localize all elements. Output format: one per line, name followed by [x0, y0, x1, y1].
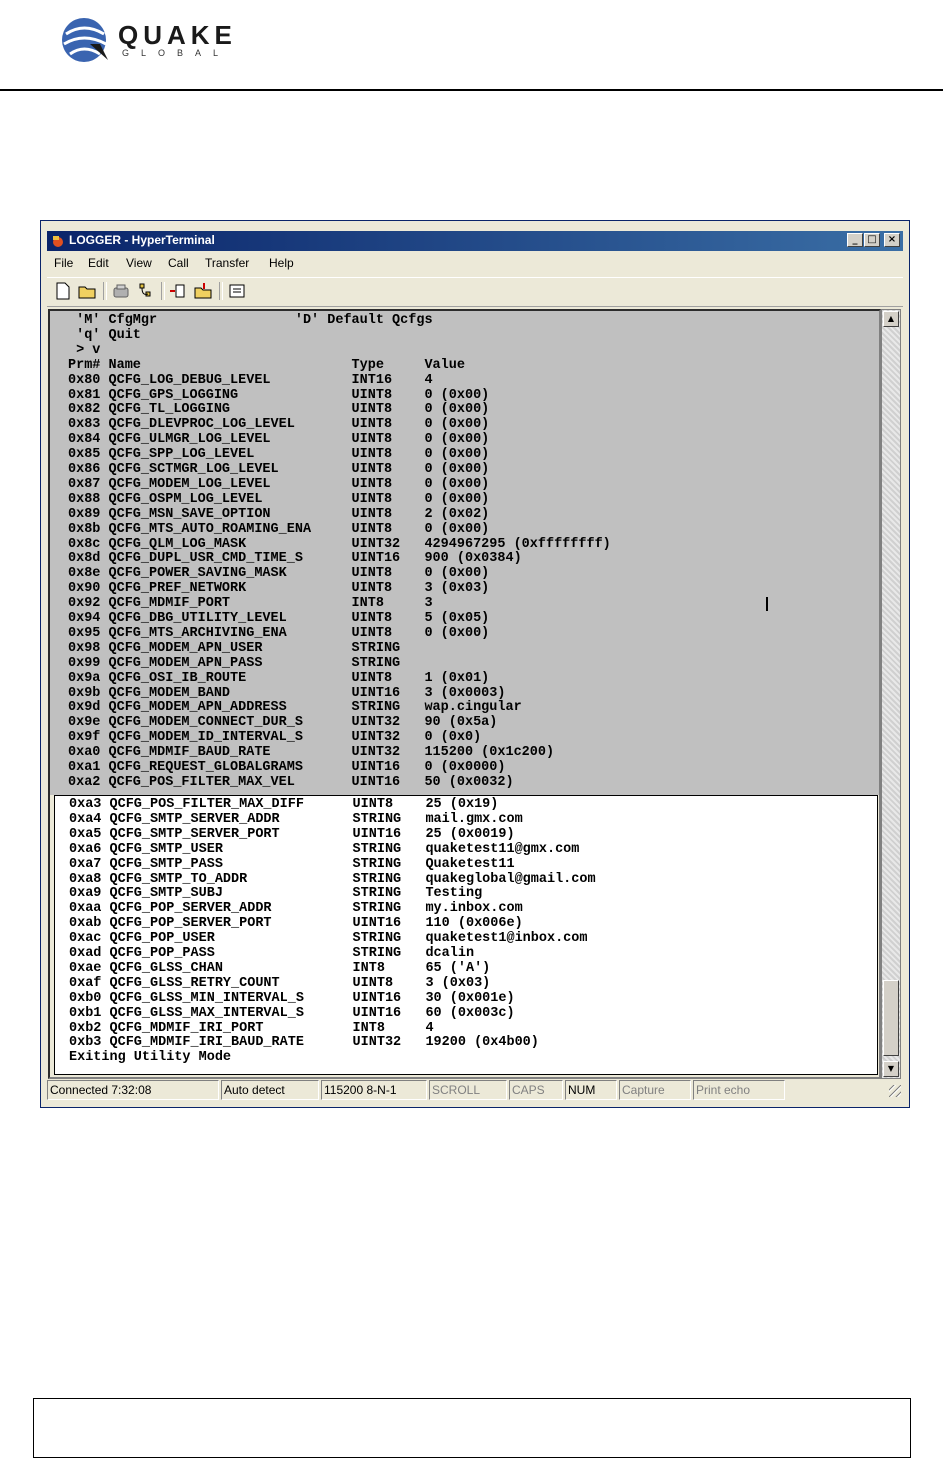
terminal-screen: 0xa3 QCFG_POS_FILTER_MAX_DIFF UINT8 25 (…	[54, 795, 878, 1075]
terminal-line: 0xa4 QCFG_SMTP_SERVER_ADDR STRING mail.g…	[69, 811, 523, 827]
resize-grip-icon[interactable]	[889, 1085, 901, 1097]
menu-file[interactable]: File	[54, 256, 73, 270]
terminal-line: 0x92 QCFG_MDMIF_PORT INT8 3	[68, 596, 433, 612]
send-icon[interactable]	[169, 282, 189, 300]
menu-view[interactable]: View	[126, 256, 152, 270]
scrollbar-thumb[interactable]	[883, 980, 899, 1056]
terminal-line: 0x83 QCFG_DLEVPROC_LOG_LEVEL UINT8 0 (0x…	[68, 417, 490, 433]
menu-edit[interactable]: Edit	[88, 256, 109, 270]
terminal-line: 0xa0 QCFG_MDMIF_BAUD_RATE UINT32 115200 …	[68, 745, 555, 761]
title-bar[interactable]: LOGGER - HyperTerminal _ □ ×	[47, 231, 903, 251]
menu-call[interactable]: Call	[168, 256, 189, 270]
terminal-line: 0xaa QCFG_POP_SERVER_ADDR STRING my.inbo…	[69, 901, 523, 917]
disconnect-icon[interactable]	[111, 282, 131, 300]
terminal-line: 0x8c QCFG_QLM_LOG_MASK UINT32 4294967295…	[68, 536, 611, 552]
terminal-line: 0xb2 QCFG_MDMIF_IRI_PORT INT8 4	[69, 1020, 434, 1036]
scroll-up-arrow-icon[interactable]: ▲	[883, 311, 899, 327]
terminal-line: 0x80 QCFG_LOG_DEBUG_LEVEL INT16 4	[68, 372, 433, 388]
terminal-line: 0xb0 QCFG_GLSS_MIN_INTERVAL_S UINT16 30 …	[69, 990, 515, 1006]
toolbar-separator	[161, 282, 165, 300]
terminal-line: 0x9f QCFG_MODEM_ID_INTERVAL_S UINT32 0 (…	[68, 730, 482, 746]
terminal-line: Prm# Name Type Value	[68, 357, 465, 373]
receive-icon[interactable]	[193, 282, 213, 300]
terminal-scrollback: 'M' CfgMgr 'D' Default Qcfgs 'q' Quit > …	[50, 311, 879, 795]
new-icon[interactable]	[53, 282, 73, 300]
terminal-line: 0xa3 QCFG_POS_FILTER_MAX_DIFF UINT8 25 (…	[69, 797, 499, 812]
terminal-line: 0x81 QCFG_GPS_LOGGING UINT8 0 (0x00)	[68, 387, 490, 403]
status-num: NUM	[565, 1080, 617, 1100]
terminal-line: 0xb1 QCFG_GLSS_MAX_INTERVAL_S UINT16 60 …	[69, 1005, 515, 1021]
terminal-line: 0x88 QCFG_OSPM_LOG_LEVEL UINT8 0 (0x00)	[68, 491, 490, 507]
terminal-area[interactable]: 'M' CfgMgr 'D' Default Qcfgs 'q' Quit > …	[48, 309, 881, 1079]
status-detect: Auto detect	[221, 1080, 319, 1100]
terminal-line: 0x86 QCFG_SCTMGR_LOG_LEVEL UINT8 0 (0x00…	[68, 462, 490, 477]
terminal-line: 0x8e QCFG_POWER_SAVING_MASK UINT8 0 (0x0…	[68, 566, 490, 582]
maximize-button[interactable]: □	[864, 233, 880, 247]
terminal-line: 0x9e QCFG_MODEM_CONNECT_DUR_S UINT32 90 …	[68, 715, 498, 731]
terminal-line: 0xad QCFG_POP_PASS STRING dcalin	[69, 946, 475, 961]
header-divider	[0, 89, 943, 91]
terminal-line: 0xab QCFG_POP_SERVER_PORT UINT16 110 (0x…	[69, 916, 523, 932]
status-connected: Connected 7:32:08	[47, 1080, 219, 1100]
toolbar-separator	[103, 282, 107, 300]
terminal-line: 0xa9 QCFG_SMTP_SUBJ STRING Testing	[69, 886, 483, 902]
terminal-line: 0xa1 QCFG_REQUEST_GLOBALGRAMS UINT16 0 (…	[68, 760, 506, 775]
terminal-line: 0xb3 QCFG_MDMIF_IRI_BAUD_RATE UINT32 192…	[69, 1035, 539, 1051]
terminal-line: 0x90 QCFG_PREF_NETWORK UINT8 3 (0x03)	[68, 581, 490, 597]
terminal-line: 'q' Quit	[68, 327, 141, 343]
terminal-line: 0x9a QCFG_OSI_IB_ROUTE UINT8 1 (0x01)	[68, 670, 490, 686]
scroll-down-arrow-icon[interactable]: ▼	[883, 1061, 899, 1077]
globe-logo-icon	[62, 18, 108, 62]
status-capture: Capture	[619, 1080, 691, 1100]
terminal-line: 0x89 QCFG_MSN_SAVE_OPTION UINT8 2 (0x02)	[68, 506, 490, 522]
terminal-line: 0x9d QCFG_MODEM_APN_ADDRESS STRING wap.c…	[68, 700, 522, 716]
terminal-line: > v	[68, 342, 101, 358]
terminal-line: 0x82 QCFG_TL_LOGGING UINT8 0 (0x00)	[68, 402, 490, 418]
terminal-line: 0xa2 QCFG_POS_FILTER_MAX_VEL UINT16 50 (…	[68, 774, 514, 790]
vertical-scrollbar[interactable]: ▲ ▼	[881, 309, 901, 1079]
status-bar: Connected 7:32:08 Auto detect 115200 8-N…	[47, 1079, 903, 1101]
hyperterminal-app-icon	[53, 236, 63, 247]
status-caps: CAPS	[509, 1080, 563, 1100]
terminal-line: 0xa7 QCFG_SMTP_PASS STRING Quaketest11	[69, 856, 515, 872]
terminal-line: 'M' CfgMgr 'D' Default Qcfgs	[68, 313, 433, 328]
status-scroll: SCROLL	[429, 1080, 507, 1100]
terminal-line: 0xa8 QCFG_SMTP_TO_ADDR STRING quakegloba…	[69, 871, 596, 887]
quake-global-logo: QUAKE GLOBAL	[60, 14, 260, 64]
minimize-button[interactable]: _	[847, 233, 863, 247]
terminal-line: 0x99 QCFG_MODEM_APN_PASS STRING	[68, 655, 401, 671]
terminal-line: 0xac QCFG_POP_USER STRING quaketest1@inb…	[69, 931, 588, 947]
close-button[interactable]: ×	[884, 233, 900, 247]
toolbar-separator	[219, 282, 223, 300]
logo-wordmark: QUAKE	[118, 20, 237, 50]
terminal-line: 0xaf QCFG_GLSS_RETRY_COUNT UINT8 3 (0x03…	[69, 975, 491, 991]
logo-subtitle: GLOBAL	[122, 48, 231, 58]
terminal-line: 0x98 QCFG_MODEM_APN_USER STRING	[68, 640, 401, 656]
window-title: LOGGER - HyperTerminal	[69, 233, 215, 247]
terminal-line: 0x94 QCFG_DBG_UTILITY_LEVEL UINT8 5 (0x0…	[68, 611, 490, 626]
menu-transfer[interactable]: Transfer	[205, 256, 249, 270]
terminal-line: Exiting Utility Mode	[69, 1050, 232, 1066]
terminal-line: 0xae QCFG_GLSS_CHAN INT8 65 ('A')	[69, 960, 491, 976]
menu-bar: File Edit View Call Transfer Help	[47, 254, 903, 274]
terminal-line: 0x95 QCFG_MTS_ARCHIVING_ENA UINT8 0 (0x0…	[68, 625, 490, 641]
terminal-line: 0x9b QCFG_MODEM_BAND UINT16 3 (0x0003)	[68, 685, 506, 701]
terminal-line: 0xa6 QCFG_SMTP_USER STRING quaketest11@g…	[69, 841, 580, 857]
terminal-line: 0x84 QCFG_ULMGR_LOG_LEVEL UINT8 0 (0x00)	[68, 432, 490, 448]
text-cursor	[766, 597, 768, 611]
terminal-line: 0x87 QCFG_MODEM_LOG_LEVEL UINT8 0 (0x00)	[68, 476, 490, 492]
terminal-line: 0x85 QCFG_SPP_LOG_LEVEL UINT8 0 (0x00)	[68, 447, 490, 463]
terminal-line: 0x8b QCFG_MTS_AUTO_ROAMING_ENA UINT8 0 (…	[68, 521, 490, 537]
dial-icon[interactable]	[135, 282, 155, 300]
footer-box	[33, 1398, 911, 1458]
toolbar	[47, 277, 903, 307]
properties-icon[interactable]	[227, 282, 247, 300]
status-print-echo: Print echo	[693, 1080, 785, 1100]
terminal-line: 0x8d QCFG_DUPL_USR_CMD_TIME_S UINT16 900…	[68, 551, 522, 567]
open-icon[interactable]	[77, 282, 97, 300]
menu-help[interactable]: Help	[269, 256, 294, 270]
status-port-settings: 115200 8-N-1	[321, 1080, 427, 1100]
terminal-line: 0xa5 QCFG_SMTP_SERVER_PORT UINT16 25 (0x…	[69, 826, 515, 842]
hyperterminal-window: LOGGER - HyperTerminal _ □ × File Edit V…	[40, 220, 910, 1108]
